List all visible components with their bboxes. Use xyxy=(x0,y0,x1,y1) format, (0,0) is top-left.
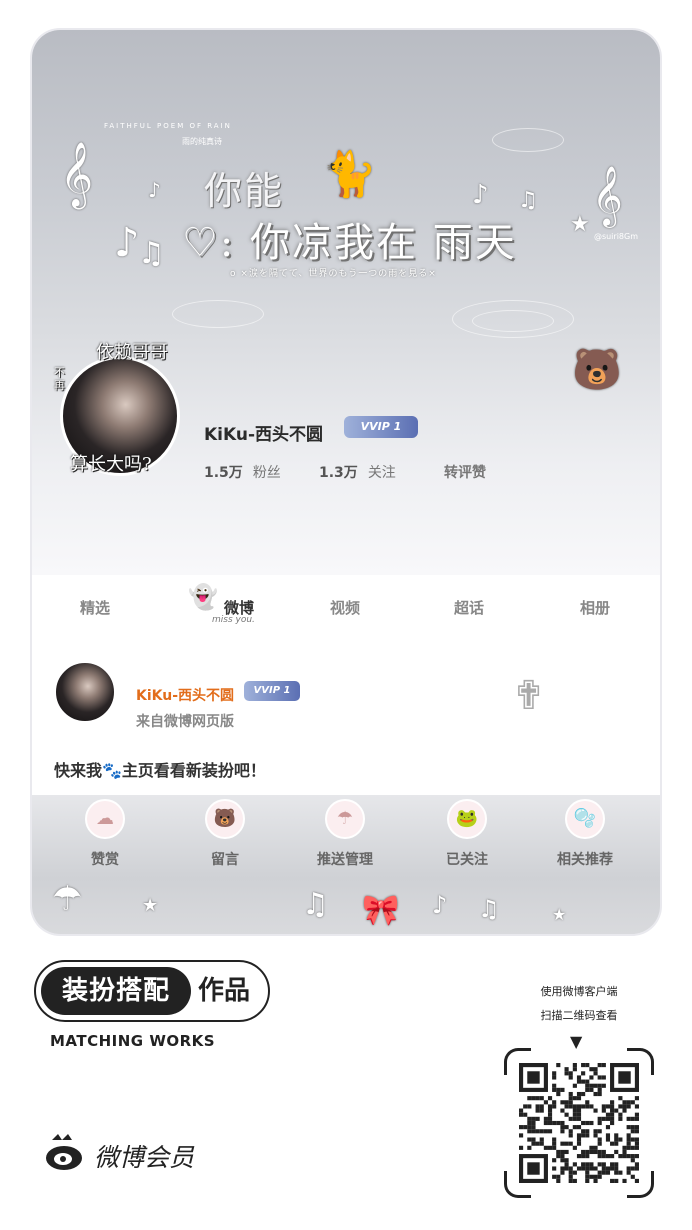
weibo-logo-icon xyxy=(46,1134,82,1170)
qr-pattern-icon xyxy=(519,1063,639,1183)
matching-works-badge: 装扮搭配 作品 xyxy=(34,960,270,1022)
star-icon: ★ xyxy=(142,895,159,916)
recommend-button[interactable]: 🫧 相关推荐 xyxy=(540,795,630,895)
treble-clef-icon: 𝄞 xyxy=(60,142,94,207)
likes-label: 转评赞 xyxy=(444,465,486,481)
post-text: 快来我🐾主页看看新装扮吧！ xyxy=(54,761,266,780)
raindrop-ripple-icon xyxy=(492,128,564,152)
fans-stat[interactable]: 1.5万 粉丝 xyxy=(204,462,281,482)
follow-count: 1.3万 xyxy=(319,465,358,481)
banner-title-main: ♡: 你凉我在 雨天 xyxy=(182,220,517,266)
brand-dark-label: 装扮搭配 xyxy=(41,967,191,1015)
qr-caption-line2: 扫描二维码查看 xyxy=(540,1009,618,1022)
music-note-icon: ♪ xyxy=(432,891,448,919)
post-source: 来自微博网页版 xyxy=(136,714,234,730)
qr-caption-line1: 使用微博客户端 xyxy=(540,985,618,998)
cat-icon: 🐈 xyxy=(322,149,377,200)
wing-cross-icon: ✟ xyxy=(512,673,546,719)
star-icon: ★ xyxy=(552,905,567,924)
banner-title-top: 你能 xyxy=(204,169,285,213)
vip-badge[interactable]: VVIP 1 xyxy=(344,416,418,438)
comment-label: 留言 xyxy=(211,852,239,868)
action-bar: ☁ 赞赏 🐻 留言 ☂ 推送管理 🐸 已关注 🫧 相关推荐 ♫ ♪ ♫ 🎀 ☂ … xyxy=(32,795,660,934)
brand-english: MATCHING WORKS xyxy=(50,1032,216,1050)
followed-label: 已关注 xyxy=(446,852,488,868)
cloud-icon: ☁ xyxy=(85,799,125,839)
fans-label: 粉丝 xyxy=(252,465,281,481)
tab-album[interactable]: 相册 xyxy=(580,597,610,618)
reward-label: 赞赏 xyxy=(91,852,119,868)
followed-button[interactable]: 🐸 已关注 xyxy=(422,795,512,895)
star-icon: ★ xyxy=(570,212,590,237)
profile-username: KiKu-西头不圆 xyxy=(204,425,324,445)
treble-clef-icon: 𝄞 xyxy=(592,166,623,226)
tab-caption: miss you. xyxy=(212,615,255,625)
music-note-icon: ♫ xyxy=(302,887,329,922)
bow-icon: 🎀 xyxy=(362,893,400,928)
post-author[interactable]: KiKu-西头不圆 xyxy=(136,685,234,705)
music-note-icon: ♪ xyxy=(472,180,489,210)
pink-bear-icon: 🐻 xyxy=(205,799,245,839)
tab-video[interactable]: 视频 xyxy=(330,597,360,618)
music-note-icon: ♫ xyxy=(138,236,165,271)
comment-button[interactable]: 🐻 留言 xyxy=(180,795,270,895)
raindrop-ripple-icon xyxy=(172,300,264,328)
music-note-icon: ♫ xyxy=(518,188,538,213)
avatar-caption-bottom: 算长大吗? xyxy=(70,454,152,475)
music-note-icon: ♫ xyxy=(478,895,500,923)
weibo-member-text: 微博会员 xyxy=(94,1143,195,1172)
avatar-caption-side: 不再 xyxy=(54,366,65,392)
umbrella-bear-icon: ☂ xyxy=(325,799,365,839)
post-avatar[interactable] xyxy=(54,661,116,723)
banner-small-text: FAITHFUL POEM OF RAIN xyxy=(104,122,232,130)
qr-code[interactable] xyxy=(504,1048,654,1198)
raindrop-ripple-icon xyxy=(472,310,554,332)
avatar-caption-top: 依赖哥哥 xyxy=(96,342,168,363)
tab-featured[interactable]: 精选 xyxy=(80,597,110,618)
music-note-icon: ♪ xyxy=(148,178,161,202)
fans-count: 1.5万 xyxy=(204,465,243,481)
music-note-icon: ♪ xyxy=(114,220,140,266)
brand-light-label: 作品 xyxy=(198,976,251,1006)
profile-tabs: 精选 👻 微博 miss you. 视频 超话 相册 xyxy=(32,575,660,635)
profile-card: FAITHFUL POEM OF RAIN 雨的纯真诗 𝄞 ♪ ♫ ♪ ♪ ♫ … xyxy=(32,30,660,934)
bubble-bear-icon: 🫧 xyxy=(565,799,605,839)
profile-banner: FAITHFUL POEM OF RAIN 雨的纯真诗 𝄞 ♪ ♫ ♪ ♪ ♫ … xyxy=(32,30,660,575)
banner-subtitle: o ×涙を隔てて、世界のもう一つの雨を見る× xyxy=(230,269,437,279)
banner-handle: @suiri8Gm xyxy=(593,232,638,241)
push-manage-label: 推送管理 xyxy=(317,852,373,868)
ghost-sticker-icon: 👻 xyxy=(188,583,218,611)
follow-stat[interactable]: 1.3万 关注 xyxy=(319,462,396,482)
recommend-label: 相关推荐 xyxy=(557,852,613,868)
banner-small-text-cn: 雨的纯真诗 xyxy=(182,137,222,146)
post-vip-badge[interactable]: VVIP 1 xyxy=(244,681,300,701)
pink-bear-sticker-icon: 🐻 xyxy=(572,347,622,393)
bear-frog-icon: 🐸 xyxy=(447,799,487,839)
post-card: KiKu-西头不圆 VVIP 1 来自微博网页版 ✟ 快来我🐾主页看看新装扮吧！ xyxy=(32,635,660,795)
tab-supertopic[interactable]: 超话 xyxy=(454,597,484,618)
likes-stat[interactable]: 转评赞 xyxy=(444,462,486,482)
follow-label: 关注 xyxy=(367,465,396,481)
qr-caption: 使用微博客户端 扫描二维码查看 xyxy=(526,980,632,1028)
push-manage-button[interactable]: ☂ 推送管理 xyxy=(300,795,390,895)
umbrella-icon: ☂ xyxy=(52,879,83,919)
